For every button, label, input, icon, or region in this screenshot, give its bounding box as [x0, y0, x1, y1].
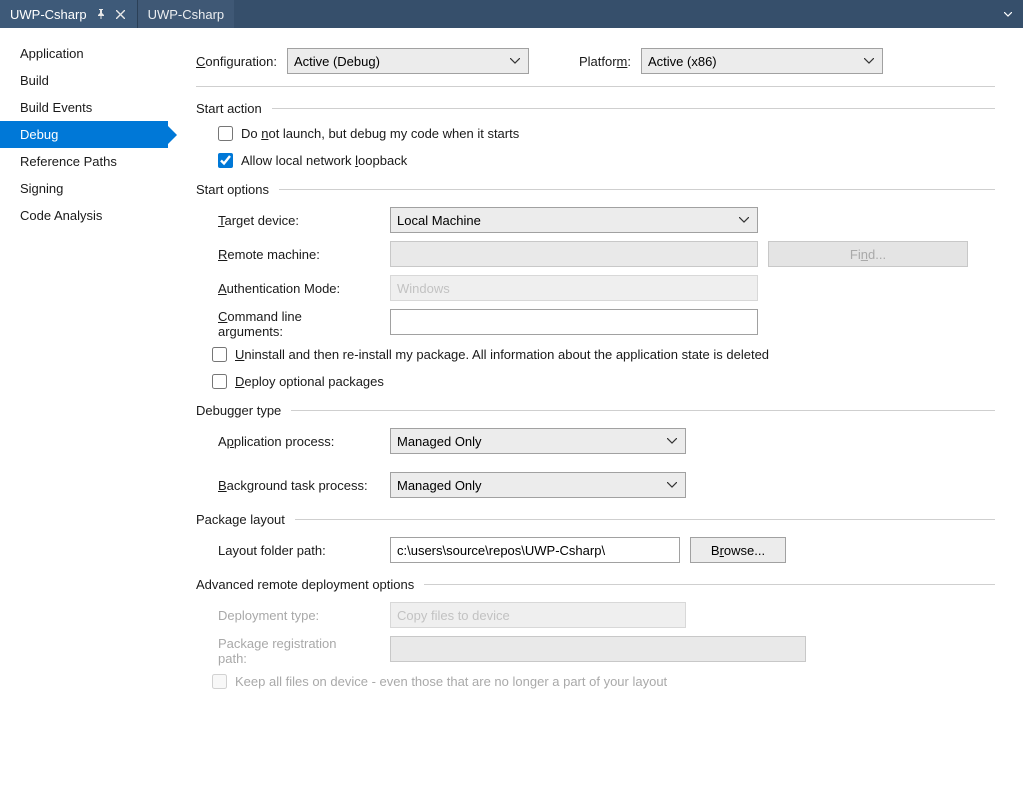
sidebar-item-label: Debug [20, 127, 58, 142]
section-title: Package layout [196, 512, 285, 527]
sidebar-item-reference-paths[interactable]: Reference Paths [0, 148, 168, 175]
tab-inactive[interactable]: UWP-Csharp [137, 0, 235, 28]
close-icon[interactable] [115, 8, 127, 20]
sidebar-item-label: Signing [20, 181, 63, 196]
section-start-options: Start options [196, 182, 995, 197]
section-advanced-remote: Advanced remote deployment options [196, 577, 995, 592]
sidebar-item-application[interactable]: Application [0, 40, 168, 67]
app-process-select[interactable]: Managed Only [390, 428, 686, 454]
allow-loopback-checkbox[interactable] [218, 153, 233, 168]
pkg-reg-label: Package registrationpath: [218, 636, 390, 666]
sidebar-item-label: Application [20, 46, 84, 61]
layout-folder-input[interactable] [390, 537, 680, 563]
uninstall-label[interactable]: Uninstall and then re-install my package… [235, 347, 769, 362]
section-title: Advanced remote deployment options [196, 577, 414, 592]
tab-active[interactable]: UWP-Csharp [0, 0, 137, 28]
deploy-optional-label[interactable]: Deploy optional packages [235, 374, 384, 389]
auth-mode-label: Authentication Mode: [218, 281, 390, 296]
deploy-optional-checkbox[interactable] [212, 374, 227, 389]
tab-inactive-label: UWP-Csharp [148, 7, 225, 22]
app-process-label: Application process: [218, 434, 390, 449]
layout-folder-label: Layout folder path: [218, 543, 390, 558]
sidebar: Application Build Build Events Debug Ref… [0, 28, 168, 796]
sidebar-item-label: Reference Paths [20, 154, 117, 169]
uninstall-checkbox[interactable] [212, 347, 227, 362]
dont-launch-label[interactable]: Do not launch, but debug my code when it… [241, 126, 519, 141]
target-device-select[interactable]: Local Machine [390, 207, 758, 233]
section-start-action: Start action [196, 101, 995, 116]
sidebar-item-build[interactable]: Build [0, 67, 168, 94]
tab-active-label: UWP-Csharp [10, 7, 87, 22]
browse-button[interactable]: Browse... [690, 537, 786, 563]
tab-dropdown-icon[interactable] [999, 0, 1017, 28]
section-package-layout: Package layout [196, 512, 995, 527]
platform-select[interactable]: Active (x86) [641, 48, 883, 74]
sidebar-item-debug[interactable]: Debug [0, 121, 168, 148]
dont-launch-checkbox[interactable] [218, 126, 233, 141]
divider [196, 86, 995, 87]
configuration-select[interactable]: Active (Debug) [287, 48, 529, 74]
sidebar-item-build-events[interactable]: Build Events [0, 94, 168, 121]
sidebar-item-label: Build Events [20, 100, 92, 115]
remote-machine-input [390, 241, 758, 267]
keep-files-checkbox [212, 674, 227, 689]
platform-label: Platform: [579, 54, 631, 69]
content-panel: Configuration: Active (Debug) Platform: … [168, 28, 1023, 796]
section-debugger-type: Debugger type [196, 403, 995, 418]
configuration-label: Configuration: [196, 54, 277, 69]
sidebar-item-label: Build [20, 73, 49, 88]
section-title: Start action [196, 101, 262, 116]
target-device-label: Target device: [218, 213, 390, 228]
section-title: Start options [196, 182, 269, 197]
remote-machine-label: Remote machine: [218, 247, 390, 262]
cmd-args-label: Command linearguments: [218, 309, 390, 339]
allow-loopback-label[interactable]: Allow local network loopback [241, 153, 407, 168]
tab-bar: UWP-Csharp UWP-Csharp [0, 0, 1023, 28]
section-title: Debugger type [196, 403, 281, 418]
keep-files-label: Keep all files on device - even those th… [235, 674, 667, 689]
deployment-type-select: Copy files to device [390, 602, 686, 628]
sidebar-item-label: Code Analysis [20, 208, 102, 223]
bg-process-select[interactable]: Managed Only [390, 472, 686, 498]
pin-icon[interactable] [95, 8, 107, 20]
pkg-reg-input [390, 636, 806, 662]
sidebar-item-code-analysis[interactable]: Code Analysis [0, 202, 168, 229]
cmd-args-input[interactable] [390, 309, 758, 335]
sidebar-item-signing[interactable]: Signing [0, 175, 168, 202]
deployment-type-label: Deployment type: [218, 608, 390, 623]
bg-process-label: Background task process: [218, 478, 390, 493]
auth-mode-select: Windows [390, 275, 758, 301]
find-button: Find... [768, 241, 968, 267]
